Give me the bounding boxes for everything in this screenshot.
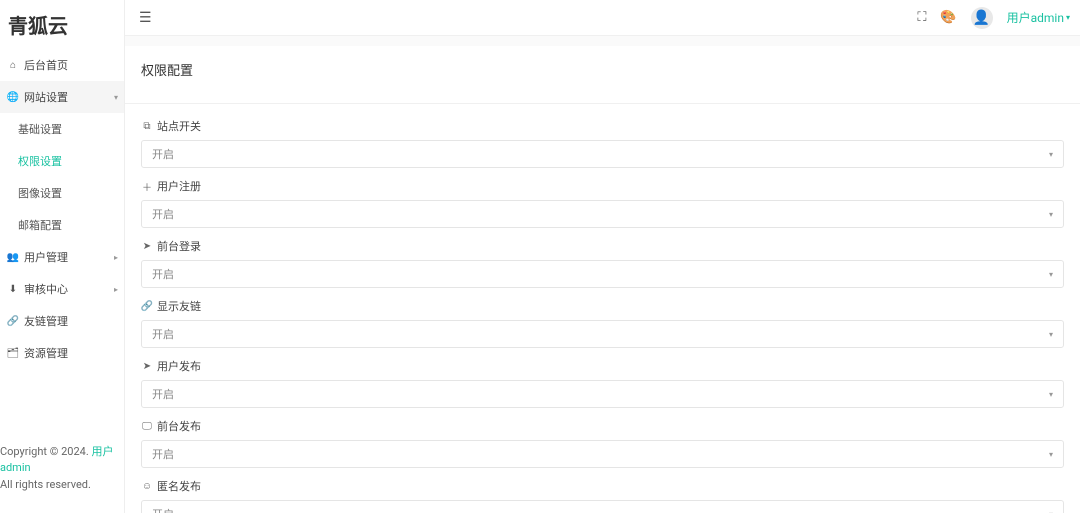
sidebar: 青狐云 ⌂ 后台首页 🌐 网站设置 ▾ 基础设置 权限设置 图像设置 邮箱配置 … — [0, 0, 125, 513]
divider — [125, 103, 1080, 104]
home-icon: ⌂ — [6, 60, 20, 71]
mask-icon: ☺ — [141, 481, 153, 492]
chevron-down-icon: ▾ — [114, 93, 118, 102]
label-text: 站点开关 — [157, 118, 201, 134]
label-text: 用户注册 — [157, 178, 201, 194]
sidebar-item-home[interactable]: ⌂ 后台首页 — [0, 49, 124, 81]
sidebar-subitem-perm[interactable]: 权限设置 — [0, 145, 124, 177]
sidebar-item-label: 资源管理 — [24, 345, 68, 361]
sidebar-item-label: 审核中心 — [24, 281, 68, 297]
sidebar-footer: Copyright © 2024. 用户admin All rights res… — [0, 434, 124, 513]
select-value: 开启 — [152, 506, 174, 513]
chevron-right-icon: ▸ — [114, 253, 118, 262]
user-menu[interactable]: 用户admin ▾ — [1007, 9, 1070, 26]
chevron-right-icon: ▸ — [114, 285, 118, 294]
sidebar-item-audit[interactable]: ⬇ 审核中心 ▸ — [0, 273, 124, 305]
fullscreen-icon[interactable]: ⛶ — [917, 10, 926, 25]
caret-down-icon: ▾ — [1049, 150, 1053, 159]
select-user-register[interactable]: 开启 ▾ — [141, 200, 1064, 228]
content-area: 权限配置 ⧉ 站点开关 开启 ▾ ＋ 用户注册 — [125, 36, 1080, 513]
field-front-publish: 🖵 前台发布 开启 ▾ — [141, 418, 1064, 468]
caret-down-icon: ▾ — [1049, 270, 1053, 279]
sidebar-item-site-settings[interactable]: 🌐 网站设置 ▾ — [0, 81, 124, 113]
label-text: 前台登录 — [157, 238, 201, 254]
sidebar-subitem-basic[interactable]: 基础设置 — [0, 113, 124, 145]
field-anon-publish: ☺ 匿名发布 开启 ▾ — [141, 478, 1064, 513]
brand-logo: 青狐云 — [0, 0, 124, 49]
field-label: ➤ 前台登录 — [141, 238, 1064, 254]
select-user-publish[interactable]: 开启 ▾ — [141, 380, 1064, 408]
select-value: 开启 — [152, 266, 174, 282]
link-icon: 🔗 — [141, 301, 153, 312]
field-label: ⧉ 站点开关 — [141, 118, 1064, 134]
user-plus-icon: ＋ — [141, 179, 153, 194]
page-title: 权限配置 — [141, 46, 1064, 97]
field-show-links: 🔗 显示友链 开启 ▾ — [141, 298, 1064, 348]
sidebar-item-label: 友链管理 — [24, 313, 68, 329]
send-icon: ➤ — [141, 361, 153, 372]
main: ☰ ⛶ 🎨 👤 用户admin ▾ 权限配置 ⧉ 站点开关 — [125, 0, 1080, 513]
field-label: ➤ 用户发布 — [141, 358, 1064, 374]
sidebar-subitem-image[interactable]: 图像设置 — [0, 177, 124, 209]
sidebar-submenu: 基础设置 权限设置 图像设置 邮箱配置 — [0, 113, 124, 241]
audit-icon: ⬇ — [6, 284, 20, 295]
sidebar-item-label: 网站设置 — [24, 89, 68, 105]
sidebar-item-resource[interactable]: 🗂 资源管理 — [0, 337, 124, 369]
topbar: ☰ ⛶ 🎨 👤 用户admin ▾ — [125, 0, 1080, 36]
sidebar-subitem-mail[interactable]: 邮箱配置 — [0, 209, 124, 241]
folder-icon: 🗂 — [6, 348, 20, 359]
field-user-register: ＋ 用户注册 开启 ▾ — [141, 178, 1064, 228]
login-icon: ➤ — [141, 241, 153, 252]
label-text: 前台发布 — [157, 418, 201, 434]
label-text: 显示友链 — [157, 298, 201, 314]
select-show-links[interactable]: 开启 ▾ — [141, 320, 1064, 348]
label-text: 用户发布 — [157, 358, 201, 374]
select-value: 开启 — [152, 146, 174, 162]
caret-down-icon: ▾ — [1049, 210, 1053, 219]
rights-text: All rights reserved. — [0, 478, 91, 491]
label-text: 匿名发布 — [157, 478, 201, 494]
caret-down-icon: ▾ — [1049, 450, 1053, 459]
select-value: 开启 — [152, 446, 174, 462]
link-icon: 🔗 — [6, 316, 20, 327]
field-label: 🔗 显示友链 — [141, 298, 1064, 314]
avatar[interactable]: 👤 — [971, 7, 993, 29]
field-label: ☺ 匿名发布 — [141, 478, 1064, 494]
caret-down-icon: ▾ — [1049, 510, 1053, 513]
dashboard-icon: ⧉ — [141, 121, 153, 132]
caret-down-icon: ▾ — [1049, 330, 1053, 339]
palette-icon[interactable]: 🎨 — [940, 10, 956, 25]
sidebar-item-label: 后台首页 — [24, 57, 68, 73]
caret-down-icon: ▾ — [1049, 390, 1053, 399]
field-site-switch: ⧉ 站点开关 开启 ▾ — [141, 118, 1064, 168]
select-front-login[interactable]: 开启 ▾ — [141, 260, 1064, 288]
select-value: 开启 — [152, 386, 174, 402]
topbar-right: ⛶ 🎨 👤 用户admin ▾ — [917, 7, 1070, 29]
select-anon-publish[interactable]: 开启 ▾ — [141, 500, 1064, 513]
sidebar-item-links[interactable]: 🔗 友链管理 — [0, 305, 124, 337]
field-label: 🖵 前台发布 — [141, 418, 1064, 434]
hamburger-icon[interactable]: ☰ — [139, 10, 152, 26]
perm-card: 权限配置 ⧉ 站点开关 开启 ▾ ＋ 用户注册 — [125, 46, 1080, 513]
caret-down-icon: ▾ — [1066, 13, 1070, 22]
field-front-login: ➤ 前台登录 开启 ▾ — [141, 238, 1064, 288]
select-value: 开启 — [152, 206, 174, 222]
copyright-text: Copyright © 2024. — [0, 445, 91, 458]
sidebar-item-user-mgmt[interactable]: 👥 用户管理 ▸ — [0, 241, 124, 273]
select-value: 开启 — [152, 326, 174, 342]
sidebar-item-label: 用户管理 — [24, 249, 68, 265]
field-label: ＋ 用户注册 — [141, 178, 1064, 194]
field-user-publish: ➤ 用户发布 开启 ▾ — [141, 358, 1064, 408]
user-name-label: 用户admin — [1007, 9, 1064, 26]
globe-icon: 🌐 — [6, 92, 20, 103]
users-icon: 👥 — [6, 252, 20, 263]
sidebar-nav: ⌂ 后台首页 🌐 网站设置 ▾ 基础设置 权限设置 图像设置 邮箱配置 👥 用户… — [0, 49, 124, 434]
select-site-switch[interactable]: 开启 ▾ — [141, 140, 1064, 168]
select-front-publish[interactable]: 开启 ▾ — [141, 440, 1064, 468]
monitor-icon: 🖵 — [141, 421, 153, 432]
